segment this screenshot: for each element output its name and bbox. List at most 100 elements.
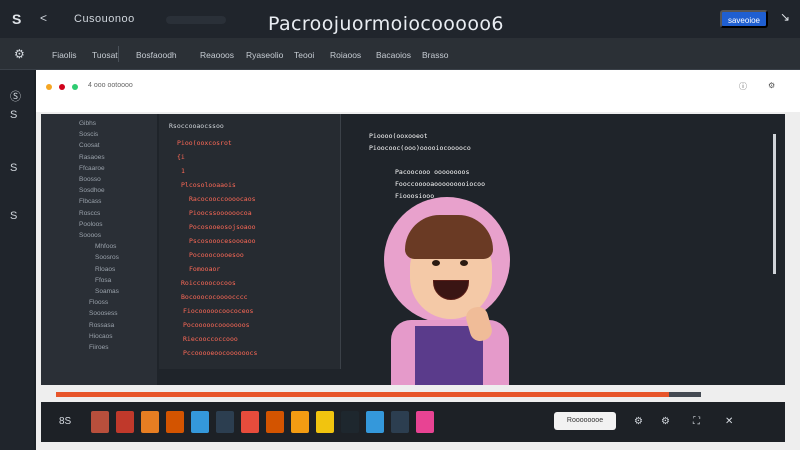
left-rail: Ⓢ S S S	[0, 70, 34, 450]
yellow-dot[interactable]	[46, 84, 52, 90]
gear-icon[interactable]: ⚙	[14, 47, 25, 61]
address-bar[interactable]: 4 ooo ootoooo	[88, 82, 133, 89]
code-line: Pocosooeosojsoaoo	[189, 223, 256, 231]
code-line: Roiccooococoos	[181, 279, 236, 287]
time-label: 8S	[59, 416, 72, 427]
menu-item-8[interactable]: Brasso	[422, 50, 448, 60]
code-line: Pioo(ooxcosrot	[177, 139, 232, 147]
console-line: Pioocooc(ooo)ooooiocooooco	[369, 144, 471, 152]
file-tree-item[interactable]: Rossasa	[89, 322, 114, 329]
code-line: Fomooaor	[189, 265, 221, 273]
code-line: 1	[181, 167, 185, 175]
file-tree-item[interactable]: Sooosess	[89, 310, 118, 317]
file-tree-item[interactable]: Rasaoes	[79, 154, 105, 161]
topbar: S < Cusouonoo Pacroojuormoiocooooo6 save…	[0, 0, 800, 38]
browser-bar: 4 ooo ootoooo ⓘ ⚙	[36, 70, 800, 112]
red-dot[interactable]	[59, 84, 65, 90]
menu-separator	[118, 46, 119, 62]
vertical-scrollbar[interactable]	[773, 134, 776, 274]
file-tree-item[interactable]: Soooos	[79, 232, 101, 239]
code-line: Pocooocoooesoo	[189, 251, 244, 259]
rail-icon-2[interactable]: S	[10, 162, 17, 174]
content-panel: 4 ooo ootoooo ⓘ ⚙ Gibhs Soscis Coosat Rasao…	[36, 70, 800, 450]
file-tree-item[interactable]: Ffcaaroe	[79, 165, 105, 172]
code-line: Plcosolooaaois	[181, 181, 236, 189]
code-line: Pocooooocooooooos	[183, 321, 250, 329]
thumbnail[interactable]	[316, 411, 334, 433]
code-app: Gibhs Soscis Coosat Rasaoes Ffcaaroe Boosso So…	[41, 114, 785, 385]
thumbnail[interactable]	[391, 411, 409, 433]
thumbnail[interactable]	[241, 411, 259, 433]
rail-icon-3[interactable]: S	[10, 210, 17, 222]
menu-item-5[interactable]: Teooi	[294, 50, 314, 60]
info-icon[interactable]: ⓘ	[739, 81, 747, 92]
code-line: Bocooococoooocccc	[181, 293, 248, 301]
file-tree-item[interactable]: Gibhs	[79, 120, 96, 127]
file-tree-item[interactable]: Fiiroes	[89, 344, 109, 351]
close-icon[interactable]: ✕	[725, 416, 733, 427]
menu-item-1[interactable]: Tuosat	[92, 50, 118, 60]
menu-item-3[interactable]: Reaooos	[200, 50, 234, 60]
rail-icon-0[interactable]: Ⓢ	[10, 88, 21, 104]
file-tree-item[interactable]: Rloaos	[95, 266, 115, 273]
menu-item-7[interactable]: Bacaoios	[376, 50, 411, 60]
file-tree-item[interactable]: Coosat	[79, 142, 100, 149]
code-line: {i	[177, 153, 185, 161]
file-tree-item[interactable]: Soscis	[79, 131, 98, 138]
thumbnail[interactable]	[191, 411, 209, 433]
menubar: ⚙ Fiaolis Tuosat Bosfaoodh Reaooos Ryase…	[0, 38, 800, 70]
progress-fill	[56, 392, 669, 397]
editor-tab[interactable]: Rsoccooaocssoo	[169, 122, 224, 130]
player-controls: 8S Roooooooe ⚙ ⚙ ⛶ ✕	[41, 402, 785, 442]
settings-icon[interactable]: ⚙	[661, 416, 670, 427]
thumbnail[interactable]	[366, 411, 384, 433]
page-title: Pacroojuormoiocooooo6	[268, 13, 504, 35]
menu-item-6[interactable]: Roiaoos	[330, 50, 361, 60]
file-tree-item[interactable]: Soosros	[95, 254, 119, 261]
file-tree-item[interactable]: Ffosa	[95, 277, 111, 284]
file-tree-item[interactable]: Pooloos	[79, 221, 103, 228]
code-line: Pioocssoooooocoa	[189, 209, 252, 217]
code-line: Fiocooooocoococeos	[183, 307, 254, 315]
app-logo[interactable]: S	[12, 11, 21, 27]
search-field[interactable]	[166, 16, 226, 24]
thumbnail[interactable]	[266, 411, 284, 433]
console-line: Pacoocooo oooooooos	[395, 168, 470, 176]
thumbnail[interactable]	[341, 411, 359, 433]
thumbnail[interactable]	[116, 411, 134, 433]
fullscreen-icon[interactable]: ⛶	[693, 416, 700, 427]
file-tree-item[interactable]: Soamas	[95, 288, 119, 295]
thumbnail[interactable]	[91, 411, 109, 433]
console-line: Fooccooooaooooooooiocoo	[395, 180, 486, 188]
thumbnail[interactable]	[291, 411, 309, 433]
avatar-hair	[405, 215, 493, 259]
progress-bar[interactable]	[56, 392, 701, 397]
brand-link[interactable]: Cusouonoo	[74, 13, 135, 25]
thumbnail[interactable]	[416, 411, 434, 433]
file-tree: Gibhs Soscis Coosat Rasaoes Ffcaaroe Boosso So…	[41, 114, 157, 385]
file-tree-item[interactable]: Hiocaos	[89, 333, 112, 340]
code-line: Riecooccoccooo	[183, 335, 238, 343]
file-tree-item[interactable]: Mhfoos	[95, 243, 116, 250]
thumbnail[interactable]	[166, 411, 184, 433]
code-line: Pccooooeoocoooooocs	[183, 349, 258, 357]
menu-item-0[interactable]: Fiaolis	[52, 50, 77, 60]
green-dot[interactable]	[72, 84, 78, 90]
quality-select[interactable]: Roooooooe	[554, 412, 616, 430]
primary-button[interactable]: saveoioe	[720, 10, 768, 28]
pointer-icon: ↘	[780, 10, 791, 24]
file-tree-item[interactable]: Rosccs	[79, 210, 100, 217]
gear-icon[interactable]: ⚙	[634, 416, 643, 427]
rail-icon-1[interactable]: S	[10, 109, 17, 121]
file-tree-item[interactable]: Flooss	[89, 299, 108, 306]
file-tree-item[interactable]: Sosdhoe	[79, 187, 105, 194]
file-tree-item[interactable]: Boosso	[79, 176, 101, 183]
code-editor[interactable]: Rsoccooaocssoo Pioo(ooxcosrot {i 1 Plcosolo…	[159, 114, 341, 369]
menu-item-4[interactable]: Ryaseolio	[246, 50, 283, 60]
back-button[interactable]: <	[40, 11, 47, 25]
thumbnail[interactable]	[216, 411, 234, 433]
file-tree-item[interactable]: Flbcass	[79, 198, 101, 205]
menu-item-2[interactable]: Bosfaoodh	[136, 50, 177, 60]
settings-icon[interactable]: ⚙	[768, 81, 775, 90]
thumbnail[interactable]	[141, 411, 159, 433]
